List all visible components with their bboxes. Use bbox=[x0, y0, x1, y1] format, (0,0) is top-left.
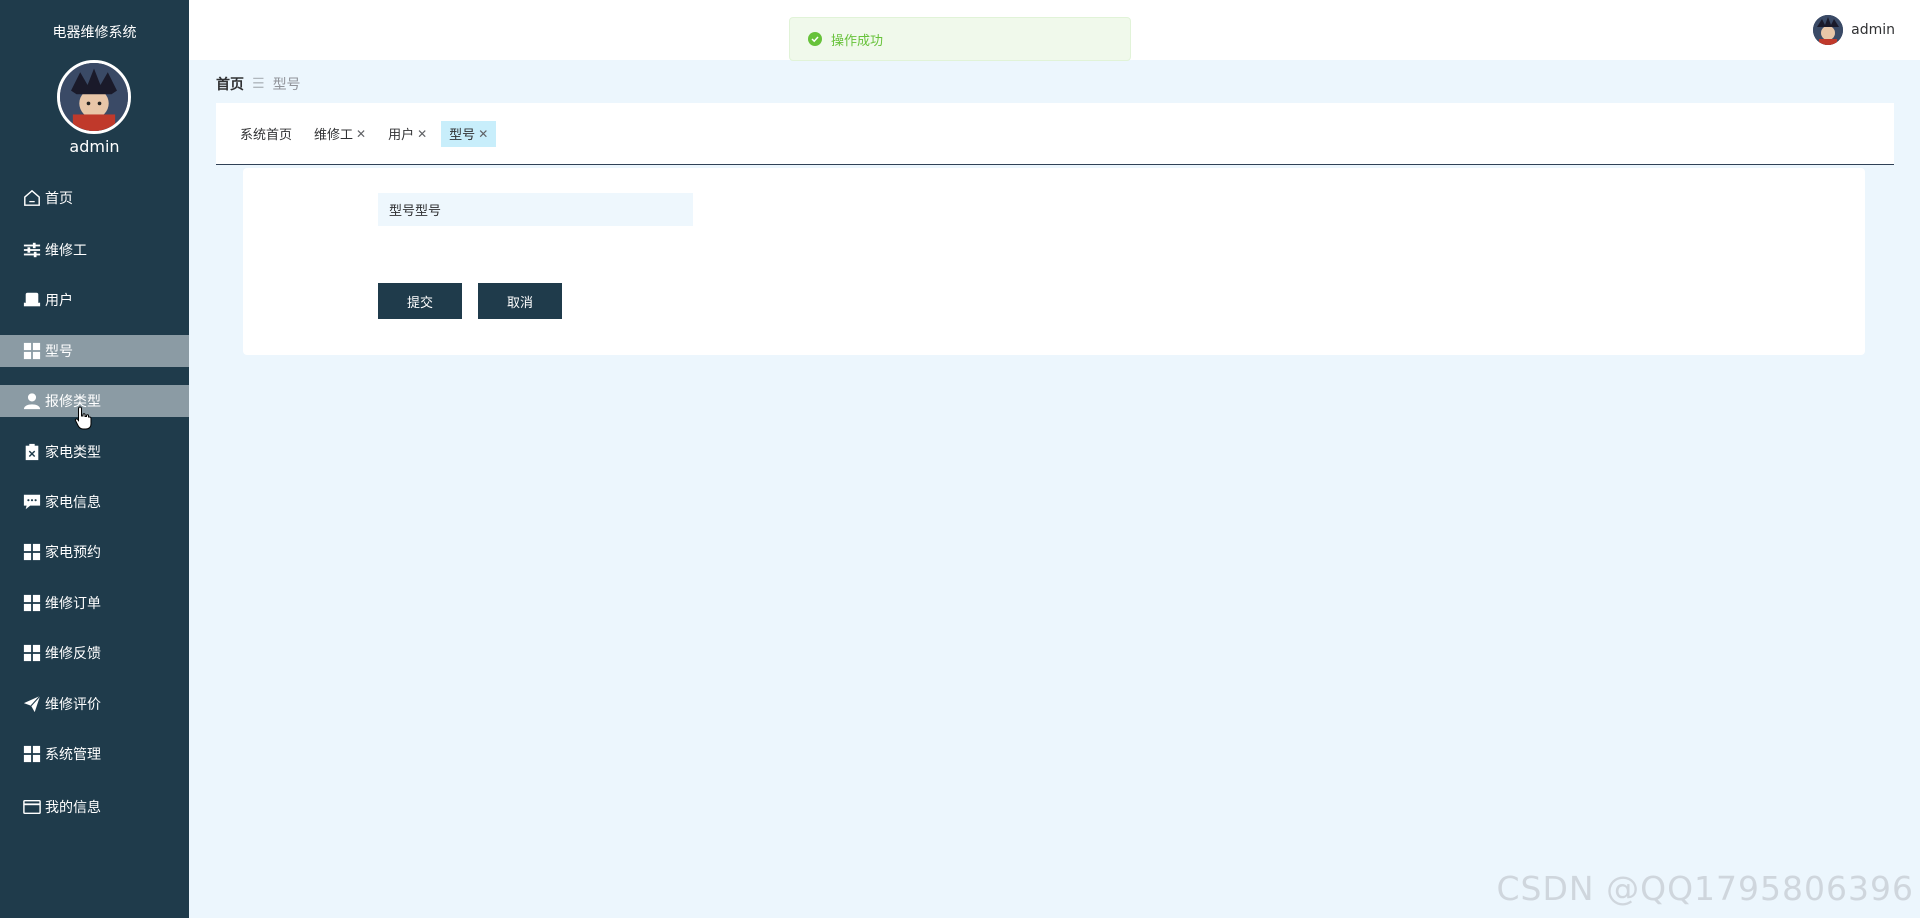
sidebar-item-label: 报修类型 bbox=[45, 394, 101, 410]
tab-model[interactable]: 型号 ✕ bbox=[441, 120, 497, 147]
sidebar-item-label: 维修订单 bbox=[45, 596, 101, 612]
breadcrumb-home[interactable]: 首页 bbox=[216, 74, 244, 94]
sidebar-item-label: 维修评价 bbox=[45, 697, 101, 713]
header-username: admin bbox=[1851, 22, 1895, 38]
system-title: 电器维修系统 bbox=[52, 25, 137, 41]
sidebar-item-repair-review[interactable]: 维修评价 bbox=[0, 688, 189, 720]
tags-view-bar: 系统首页 维修工 ✕ 用户 ✕ 型号 ✕ bbox=[216, 103, 1894, 165]
sidebar-item-label: 系统管理 bbox=[45, 747, 101, 763]
close-icon[interactable]: ✕ bbox=[356, 127, 366, 141]
tab-label: 维修工 bbox=[314, 128, 354, 143]
hand-cursor-icon bbox=[74, 406, 92, 430]
breadcrumb: 首页 ☰ 型号 bbox=[216, 74, 301, 94]
success-toast: 操作成功 bbox=[789, 17, 1131, 61]
sidebar-item-label: 家电信息 bbox=[45, 495, 101, 511]
sidebar-item-repair-feedback[interactable]: 维修反馈 bbox=[0, 637, 189, 669]
sidebar: 电器维修系统 admin 首页 维修工 用户 型号 报修类型 家电类型 家电信息… bbox=[0, 0, 189, 918]
sidebar-item-system-management[interactable]: 系统管理 bbox=[0, 738, 189, 770]
breadcrumb-separator-icon: ☰ bbox=[252, 76, 265, 92]
send-icon bbox=[22, 694, 42, 714]
grid-icon bbox=[22, 744, 42, 764]
avatar-image bbox=[60, 63, 128, 131]
tab-system-home[interactable]: 系统首页 bbox=[232, 121, 300, 147]
toast-message: 操作成功 bbox=[831, 33, 884, 49]
avatar[interactable] bbox=[1813, 15, 1844, 45]
breadcrumb-current: 型号 bbox=[272, 77, 301, 93]
grid-icon bbox=[22, 341, 42, 361]
avatar[interactable] bbox=[57, 60, 131, 134]
user-icon bbox=[22, 391, 42, 411]
printer-icon bbox=[22, 290, 42, 310]
avatar-image bbox=[1813, 15, 1844, 45]
model-input[interactable] bbox=[378, 193, 693, 226]
sidebar-item-repair-order[interactable]: 维修订单 bbox=[0, 587, 189, 619]
sidebar-item-label: 家电类型 bbox=[45, 445, 101, 461]
tab-label: 系统首页 bbox=[240, 128, 293, 143]
tab-label: 型号 bbox=[449, 128, 476, 143]
tab-label: 用户 bbox=[388, 128, 415, 143]
sliders-icon bbox=[22, 240, 42, 260]
submit-button[interactable]: 提交 bbox=[378, 283, 462, 319]
close-icon[interactable]: ✕ bbox=[417, 127, 427, 141]
sidebar-item-label: 首页 bbox=[45, 191, 73, 207]
grid-icon bbox=[22, 643, 42, 663]
sidebar-item-appliance-booking[interactable]: 家电预约 bbox=[0, 536, 189, 568]
sidebar-item-repairman[interactable]: 维修工 bbox=[0, 234, 189, 266]
tab-repairman[interactable]: 维修工 ✕ bbox=[306, 121, 374, 147]
grid-icon bbox=[22, 593, 42, 613]
sidebar-item-my-info[interactable]: 我的信息 bbox=[0, 791, 189, 823]
sidebar-item-user[interactable]: 用户 bbox=[0, 284, 189, 316]
sidebar-item-label: 型号 bbox=[45, 344, 73, 360]
sidebar-item-label: 维修反馈 bbox=[45, 646, 101, 662]
check-circle-icon bbox=[808, 32, 822, 46]
sidebar-item-home[interactable]: 首页 bbox=[0, 182, 189, 214]
model-form-card: 型号 提交 取消 bbox=[243, 168, 1865, 355]
sidebar-item-label: 我的信息 bbox=[45, 800, 101, 816]
watermark: CSDN @QQ1795806396 bbox=[1496, 869, 1914, 908]
sidebar-item-repair-type[interactable]: 报修类型 bbox=[0, 385, 189, 417]
close-icon[interactable]: ✕ bbox=[478, 127, 488, 141]
sidebar-item-label: 家电预约 bbox=[45, 545, 101, 561]
sidebar-username: admin bbox=[69, 137, 120, 156]
home-icon bbox=[22, 188, 42, 208]
clipboard-icon bbox=[22, 442, 42, 462]
tab-user[interactable]: 用户 ✕ bbox=[380, 121, 435, 147]
sidebar-item-appliance-type[interactable]: 家电类型 bbox=[0, 436, 189, 468]
sidebar-item-appliance-info[interactable]: 家电信息 bbox=[0, 486, 189, 518]
grid-icon bbox=[22, 542, 42, 562]
header-user[interactable]: admin bbox=[1813, 15, 1895, 45]
sidebar-item-label: 维修工 bbox=[45, 243, 87, 259]
sidebar-item-label: 用户 bbox=[45, 293, 73, 309]
chat-icon bbox=[22, 492, 42, 512]
cancel-button[interactable]: 取消 bbox=[478, 283, 562, 319]
sidebar-item-model[interactable]: 型号 bbox=[0, 335, 189, 367]
card-icon bbox=[22, 797, 42, 817]
